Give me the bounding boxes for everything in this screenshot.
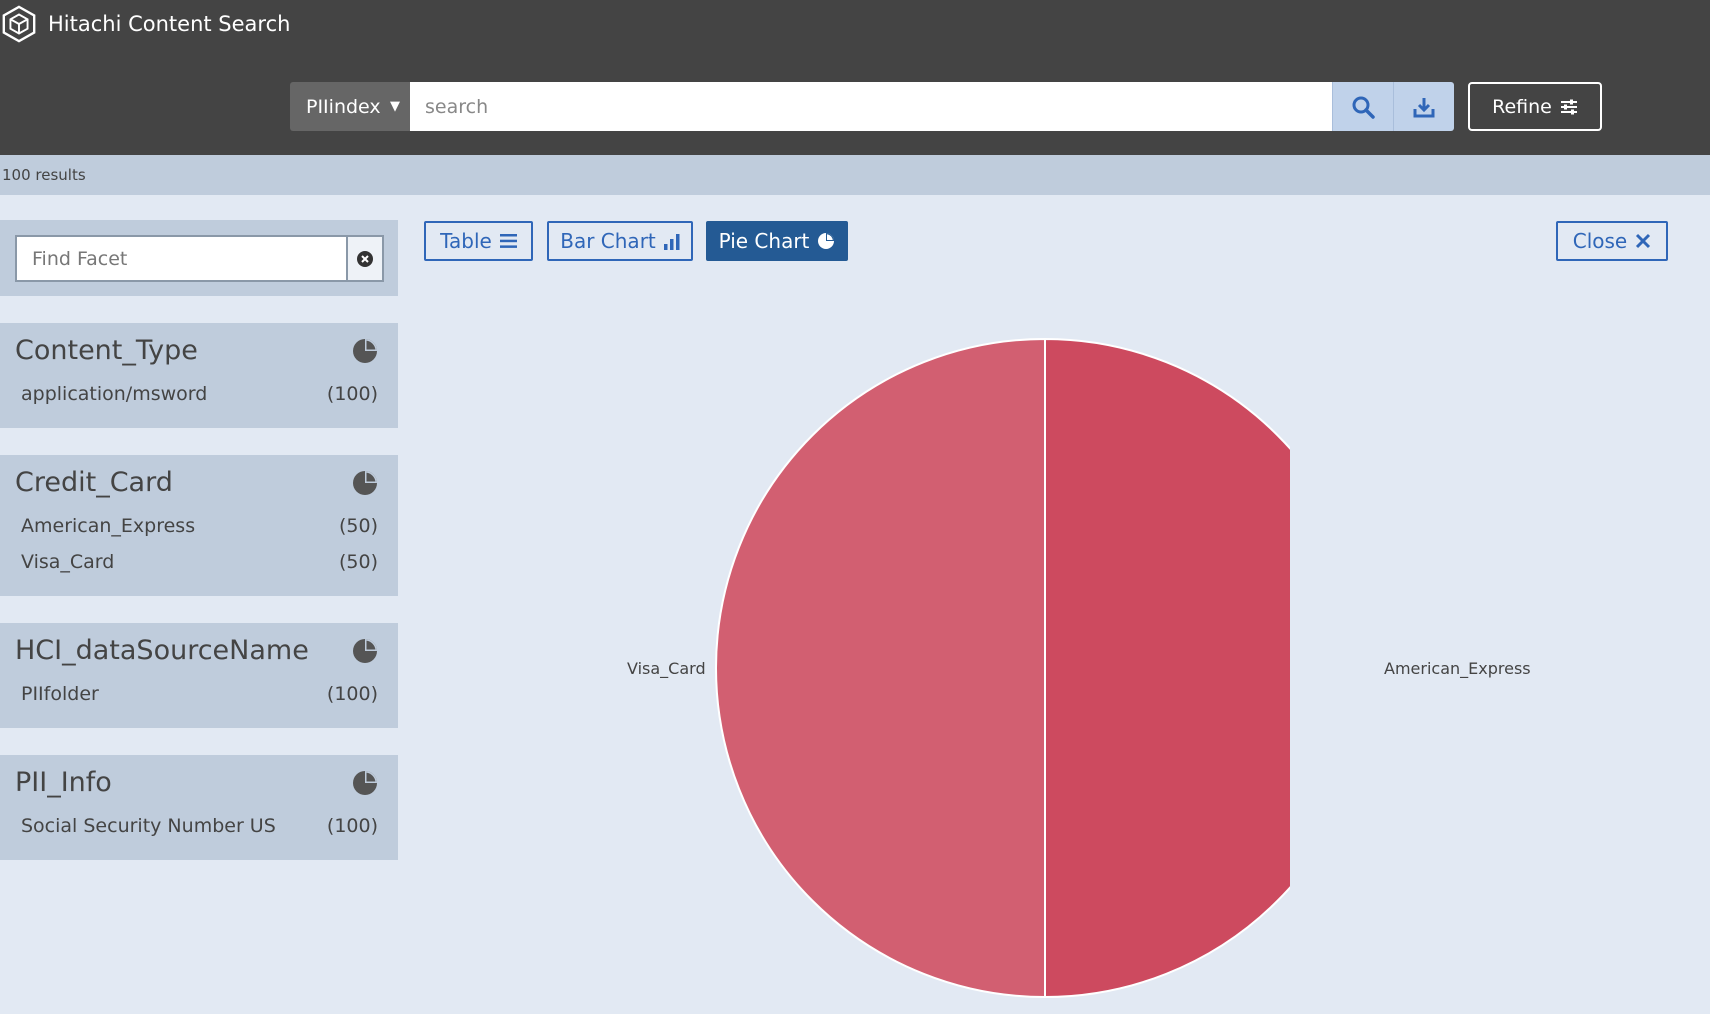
bar-chart-view-button[interactable]: Bar Chart [547, 221, 693, 261]
search-input[interactable] [410, 82, 1332, 131]
close-icon [1636, 233, 1651, 249]
facet-row-count: (50) [338, 515, 378, 537]
pie-slice-american-express[interactable] [1044, 337, 1290, 999]
facet-row-label: Social Security Number US [21, 815, 276, 837]
facet-credit-card: Credit_Card American_Express (50) Visa_C… [0, 455, 398, 596]
close-label: Close [1572, 229, 1628, 253]
pie-chart-icon[interactable] [352, 638, 378, 664]
pie-chart-icon[interactable] [352, 338, 378, 364]
facet-row-count: (100) [326, 383, 378, 405]
facet-title: Credit_Card [15, 467, 173, 498]
app-title: Hitachi Content Search [48, 12, 291, 36]
pie-chart-view-button[interactable]: Pie Chart [706, 221, 848, 261]
facet-row-count: (100) [326, 815, 378, 837]
results-count-bar: 100 results [0, 155, 1710, 195]
refine-button[interactable]: Refine [1468, 82, 1602, 131]
facet-row[interactable]: American_Express (50) [21, 511, 378, 541]
results-count: 100 results [2, 166, 86, 184]
pie-chart-icon [818, 233, 835, 249]
index-select-value: PIIindex [306, 95, 381, 118]
find-facet-input[interactable] [15, 235, 347, 282]
search-bar: PIIindex ▼ [290, 82, 1454, 131]
facet-row-label: application/msword [21, 383, 208, 405]
facet-hci-datasourcename: HCI_dataSourceName PIIfolder (100) [0, 623, 398, 728]
pie-slice-visa-card[interactable] [715, 337, 1046, 999]
facet-content-type: Content_Type application/msword (100) [0, 323, 398, 428]
refine-label: Refine [1492, 95, 1552, 118]
index-select[interactable]: PIIindex ▼ [290, 82, 410, 131]
pie-chart-icon[interactable] [352, 470, 378, 496]
facet-row-count: (50) [338, 551, 378, 573]
brand[interactable]: Hitachi Content Search [0, 5, 291, 43]
facet-row[interactable]: Social Security Number US (100) [21, 811, 378, 841]
sliders-icon [1560, 99, 1577, 114]
clear-circle-icon [357, 250, 373, 267]
table-view-button[interactable]: Table [424, 221, 533, 261]
clear-facet-button[interactable] [346, 235, 384, 282]
facet-title: Content_Type [15, 335, 198, 366]
caret-down-icon: ▼ [390, 99, 400, 114]
facet-title: HCI_dataSourceName [15, 635, 309, 666]
pie-chart-view-label: Pie Chart [718, 229, 810, 253]
facet-row-label: American_Express [21, 515, 196, 537]
bar-chart-view-label: Bar Chart [560, 229, 656, 253]
facet-row-label: Visa_Card [21, 551, 115, 573]
pie-chart-icon[interactable] [352, 770, 378, 796]
facet-pii-info: PII_Info Social Security Number US (100) [0, 755, 398, 860]
facet-row[interactable]: application/msword (100) [21, 379, 378, 409]
facet-row[interactable]: Visa_Card (50) [21, 547, 378, 577]
list-icon [499, 234, 517, 248]
download-icon [1413, 97, 1435, 117]
bar-chart-icon [663, 233, 680, 250]
facet-title: PII_Info [15, 767, 112, 798]
hexagon-cube-icon [2, 5, 36, 43]
find-facet-panel [0, 220, 398, 296]
facet-row[interactable]: PIIfolder (100) [21, 679, 378, 709]
download-button[interactable] [1393, 82, 1454, 131]
facet-row-count: (100) [326, 683, 378, 705]
search-button[interactable] [1332, 82, 1393, 131]
top-header: Hitachi Content Search PIIindex ▼ Refine [0, 0, 1710, 155]
table-view-label: Table [440, 229, 492, 253]
facet-row-label: PIIfolder [21, 683, 99, 705]
pie-slice-label: Visa_Card [627, 658, 706, 678]
pie-slice-label: American_Express [1384, 658, 1531, 678]
search-icon [1352, 96, 1375, 119]
close-button[interactable]: Close [1556, 221, 1668, 261]
